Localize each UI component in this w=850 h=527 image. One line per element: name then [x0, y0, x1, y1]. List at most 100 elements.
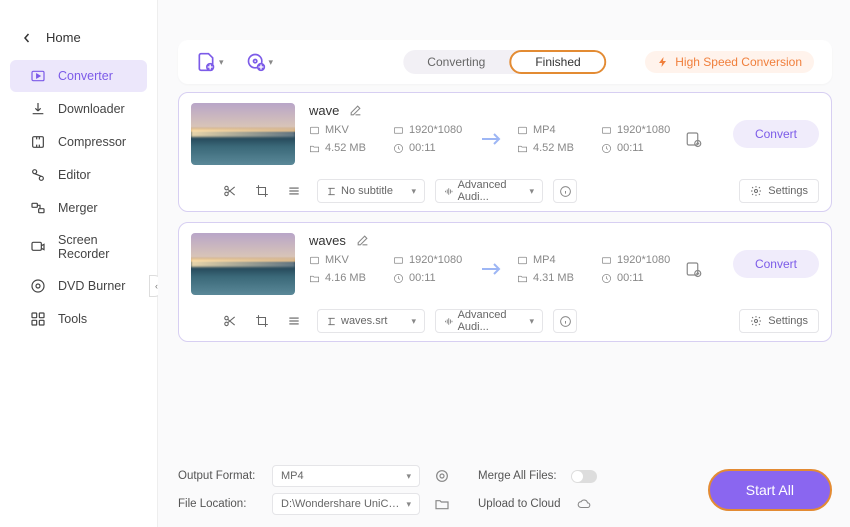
output-settings-icon[interactable]: [685, 130, 703, 148]
more-icon[interactable]: [287, 184, 301, 198]
clock-icon: [393, 143, 404, 154]
crop-icon[interactable]: [255, 184, 269, 198]
sidebar-item-editor[interactable]: Editor: [10, 159, 147, 191]
output-format-dropdown[interactable]: MP4▾: [272, 465, 420, 487]
sidebar-item-screen-recorder[interactable]: Screen Recorder: [10, 225, 147, 269]
file-location-dropdown[interactable]: D:\Wondershare UniConverter 1▾: [272, 493, 420, 515]
high-speed-label: High Speed Conversion: [675, 55, 802, 69]
info-button[interactable]: [553, 179, 577, 203]
subtitle-dropdown[interactable]: waves.srt▾: [317, 309, 425, 333]
recorder-icon: [30, 239, 46, 255]
file-list: wave MKV 4.52 MB 1920*1080 00:11: [178, 92, 832, 352]
settings-button[interactable]: Settings: [739, 179, 819, 203]
dst-dur: 00:11: [617, 142, 644, 154]
subtitle-dropdown[interactable]: No subtitle▾: [317, 179, 425, 203]
file-location-label: File Location:: [178, 498, 262, 510]
file-card: wave MKV 4.52 MB 1920*1080 00:11: [178, 92, 832, 212]
output-format-label: Output Format:: [178, 470, 262, 482]
video-thumbnail[interactable]: [191, 103, 295, 165]
home-label: Home: [46, 30, 81, 45]
main-area: ▾ ▾ Converting Finished High Speed Conve…: [158, 0, 850, 527]
high-speed-toggle[interactable]: High Speed Conversion: [645, 51, 814, 73]
sidebar-item-dvd-burner[interactable]: DVD Burner: [10, 270, 147, 302]
trim-icon[interactable]: [223, 314, 237, 328]
sidebar-item-label: Converter: [58, 69, 113, 83]
merge-label: Merge All Files:: [478, 470, 557, 482]
status-tabs: Converting Finished: [403, 50, 606, 74]
sidebar-item-label: Screen Recorder: [58, 233, 135, 261]
clock-icon: [601, 143, 612, 154]
settings-label: Settings: [768, 315, 808, 327]
sidebar-item-label: Compressor: [58, 135, 126, 149]
footer: Output Format: MP4▾ Merge All Files: Fil…: [178, 459, 832, 515]
film-icon: [517, 255, 528, 266]
resolution-icon: [601, 125, 612, 136]
sidebar-item-converter[interactable]: Converter: [10, 60, 147, 92]
audio-dropdown[interactable]: Advanced Audi...▾: [435, 309, 543, 333]
file-title: waves: [309, 233, 346, 248]
merger-icon: [30, 200, 46, 216]
file-location-value: D:\Wondershare UniConverter 1: [281, 498, 401, 510]
compressor-icon: [30, 134, 46, 150]
audio-value: Advanced Audi...: [458, 179, 530, 203]
convert-button[interactable]: Convert: [733, 120, 819, 148]
sidebar-item-compressor[interactable]: Compressor: [10, 126, 147, 158]
add-dvd-icon: [246, 52, 266, 72]
folder-icon: [309, 273, 320, 284]
src-dur: 00:11: [409, 272, 436, 284]
audio-icon: [444, 186, 454, 197]
info-icon: [559, 185, 572, 198]
film-icon: [309, 255, 320, 266]
downloader-icon: [30, 101, 46, 117]
convert-button[interactable]: Convert: [733, 250, 819, 278]
dst-dur: 00:11: [617, 272, 644, 284]
audio-icon: [444, 316, 454, 327]
src-size: 4.52 MB: [325, 142, 366, 154]
sidebar-item-label: Tools: [58, 312, 87, 326]
merge-toggle[interactable]: [571, 470, 597, 483]
home-nav[interactable]: Home: [0, 22, 157, 59]
crop-icon[interactable]: [255, 314, 269, 328]
trim-icon[interactable]: [223, 184, 237, 198]
edit-icon[interactable]: [356, 234, 369, 247]
audio-dropdown[interactable]: Advanced Audi...▾: [435, 179, 543, 203]
settings-label: Settings: [768, 185, 808, 197]
dst-res: 1920*1080: [617, 124, 670, 136]
start-all-button[interactable]: Start All: [708, 469, 832, 511]
add-file-button[interactable]: ▾: [196, 52, 224, 72]
folder-icon: [517, 143, 528, 154]
src-size: 4.16 MB: [325, 272, 366, 284]
file-title: wave: [309, 103, 339, 118]
more-icon[interactable]: [287, 314, 301, 328]
clock-icon: [393, 273, 404, 284]
tab-converting[interactable]: Converting: [403, 50, 509, 74]
sidebar-item-label: DVD Burner: [58, 279, 125, 293]
dvd-icon: [30, 278, 46, 294]
src-format: MKV: [325, 254, 349, 266]
video-thumbnail[interactable]: [191, 233, 295, 295]
sidebar-item-label: Merger: [58, 201, 98, 215]
src-res: 1920*1080: [409, 254, 462, 266]
src-res: 1920*1080: [409, 124, 462, 136]
tab-finished[interactable]: Finished: [509, 50, 606, 74]
editor-icon: [30, 167, 46, 183]
settings-button[interactable]: Settings: [739, 309, 819, 333]
folder-icon: [309, 143, 320, 154]
cloud-icon[interactable]: [576, 497, 592, 511]
arrow-right-icon: [480, 261, 504, 277]
bolt-icon: [657, 56, 669, 68]
output-settings-icon[interactable]: [434, 468, 450, 484]
src-dur: 00:11: [409, 142, 436, 154]
sidebar-item-label: Downloader: [58, 102, 125, 116]
sidebar-item-tools[interactable]: Tools: [10, 303, 147, 335]
info-button[interactable]: [553, 309, 577, 333]
sidebar-item-downloader[interactable]: Downloader: [10, 93, 147, 125]
audio-value: Advanced Audi...: [458, 309, 530, 333]
sidebar-item-merger[interactable]: Merger: [10, 192, 147, 224]
open-folder-icon[interactable]: [434, 496, 450, 512]
dst-size: 4.52 MB: [533, 142, 574, 154]
dst-format: MP4: [533, 254, 556, 266]
output-settings-icon[interactable]: [685, 260, 703, 278]
edit-icon[interactable]: [349, 104, 362, 117]
add-dvd-button[interactable]: ▾: [246, 52, 274, 72]
